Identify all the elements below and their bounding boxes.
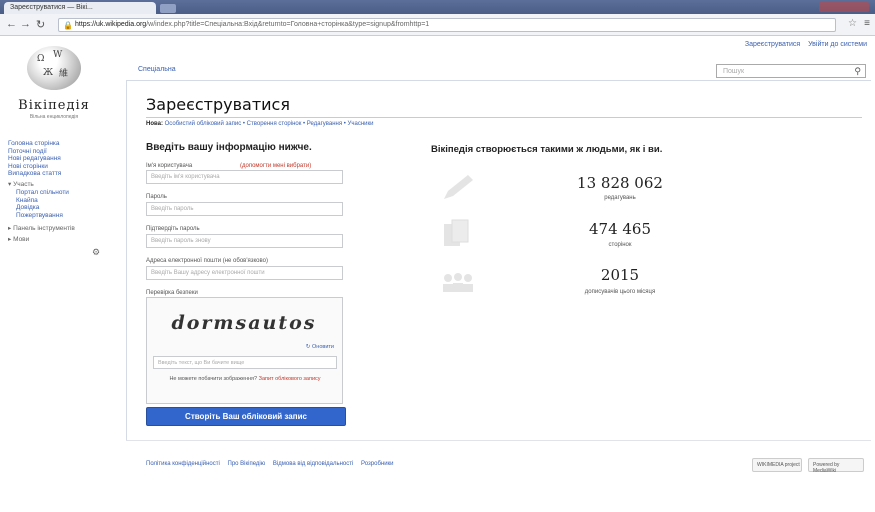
browser-menu-icon[interactable]: ≡: [864, 18, 870, 29]
browser-tab-bar: Зареєструватися — Вікі...: [0, 0, 875, 14]
browser-tab-title: Зареєструватися — Вікі...: [10, 4, 93, 11]
stat-value-edits: 13 828 062: [577, 174, 663, 192]
sidebar-item[interactable]: Пожертвування: [8, 212, 113, 220]
title-divider: [146, 117, 862, 118]
stat-label-pages: сторінок: [608, 242, 632, 248]
url-host: https://uk.wikipedia.org: [75, 21, 147, 28]
new-tab-button[interactable]: [160, 4, 176, 13]
reload-icon[interactable]: ↻: [36, 18, 45, 31]
breadcrumb-prefix: Нова:: [146, 121, 163, 127]
stat-label-contributors: дописувачів цього місяця: [584, 289, 656, 295]
puzzle-globe-icon: ΩWЖ維: [27, 46, 81, 90]
sidebar-section-label: Мови: [13, 235, 30, 243]
breadcrumb: Нова: Особистий обліковий запис • Створе…: [146, 121, 373, 127]
captcha-input[interactable]: Введіть текст, що Ви бачите вище: [153, 356, 337, 369]
sidebar-item[interactable]: Нові сторінки: [8, 163, 113, 171]
footer-link[interactable]: Відмова від відповідальності: [273, 461, 353, 467]
bookmark-star-icon[interactable]: ☆: [848, 18, 857, 29]
users-icon: [443, 273, 473, 292]
lock-icon: 🔒: [63, 21, 73, 30]
captcha-refresh-label: Оновити: [312, 344, 334, 350]
email-field[interactable]: Введіть Вашу адресу електронної пошти: [146, 266, 343, 280]
sidebar: Головна сторінка Поточні події Нові реда…: [8, 140, 113, 256]
window-controls[interactable]: [819, 2, 869, 12]
sidebar-item[interactable]: Випадкова стаття: [8, 170, 113, 178]
login-link[interactable]: Увійти до системи: [808, 41, 867, 48]
password-field[interactable]: Введіть пароль: [146, 202, 343, 216]
footer-divider: [126, 440, 871, 441]
stats-heading: Вікіпедія створюється такими ж людьми, я…: [431, 144, 663, 155]
sidebar-item[interactable]: Кнайпа: [8, 197, 113, 205]
email-placeholder: Введіть Вашу адресу електронної пошти: [151, 270, 265, 276]
footer-links: Політика конфіденційності Про Вікіпедію …: [146, 461, 400, 467]
sidebar-section-tools[interactable]: ▸ Панель інструментів: [8, 225, 113, 233]
wikimedia-badge[interactable]: WIKIMEDIA project: [752, 458, 802, 472]
username-label: Ім'я користувача: [146, 163, 193, 169]
wikipedia-logo[interactable]: ΩWЖ維 Вікіпедія Вільна енциклопедія: [18, 46, 90, 120]
url-path: /w/index.php?title=Спеціальна:Вхід&retur…: [146, 21, 430, 28]
logo-title: Вікіпедія: [18, 98, 90, 113]
captcha-label: Перевірка безпеки: [146, 290, 198, 296]
footer-link[interactable]: Про Вікіпедію: [228, 461, 266, 467]
mediawiki-badge-text: Powered by MediaWiki: [813, 462, 840, 474]
confirm-password-field[interactable]: Введіть пароль знову: [146, 234, 343, 248]
form-heading: Введіть вашу інформацію нижче.: [146, 142, 312, 153]
captcha-placeholder: Введіть текст, що Ви бачите вище: [158, 360, 245, 366]
help-me-choose-link[interactable]: (допомогти мені вибрати): [240, 163, 311, 169]
captcha-refresh-link[interactable]: ↻ Оновити: [306, 344, 334, 350]
search-input[interactable]: Пошук ⚲: [716, 64, 866, 78]
email-label: Адреса електронної пошти (не обов'язково…: [146, 258, 268, 264]
forward-icon[interactable]: →: [20, 18, 31, 30]
sidebar-item[interactable]: Поточні події: [8, 148, 113, 156]
username-field[interactable]: Введіть ім'я користувача: [146, 170, 343, 184]
wikimedia-badge-text: WIKIMEDIA project: [757, 462, 800, 468]
tab-special[interactable]: Спеціальна: [138, 66, 176, 73]
url-field[interactable]: 🔒 https://uk.wikipedia.org/w/index.php?ti…: [58, 18, 836, 32]
address-bar: ← → ↻ 🔒 https://uk.wikipedia.org/w/index.…: [0, 14, 875, 36]
sidebar-item[interactable]: Портал спільноти: [8, 189, 113, 197]
footer-link[interactable]: Політика конфіденційності: [146, 461, 220, 467]
logo-subtitle: Вільна енциклопедія: [29, 114, 79, 120]
sidebar-item[interactable]: Нові редагування: [8, 155, 113, 163]
create-account-link[interactable]: Зареєструватися: [745, 41, 800, 48]
sidebar-section-participation[interactable]: ▾ Участь: [8, 181, 113, 189]
captcha-box: dormsautos ↻ Оновити Введіть текст, що В…: [146, 297, 343, 404]
sidebar-section-languages[interactable]: ▸ Мови: [8, 236, 113, 244]
sidebar-item[interactable]: Довідка: [8, 204, 113, 212]
search-icon[interactable]: ⚲: [854, 66, 861, 77]
sidebar-section-label: Участь: [13, 180, 34, 188]
browser-tab[interactable]: Зареєструватися — Вікі...: [4, 2, 156, 14]
sidebar-item[interactable]: Головна сторінка: [8, 140, 113, 148]
personal-tools: Зареєструватися Увійти до системи: [739, 41, 867, 48]
stat-value-contributors: 2015: [600, 266, 640, 284]
username-placeholder: Введіть ім'я користувача: [151, 174, 220, 180]
search-placeholder: Пошук: [723, 68, 745, 75]
captcha-help-text: Не можете побачити зображення?: [169, 376, 258, 382]
pencil-icon: [444, 175, 473, 199]
footer-link[interactable]: Розробники: [361, 461, 394, 467]
confirm-password-placeholder: Введіть пароль знову: [151, 238, 211, 244]
pages-icon: [444, 219, 469, 246]
stat-label-edits: редагувань: [604, 195, 636, 201]
sidebar-section-label: Панель інструментів: [13, 225, 75, 232]
captcha-help: Не можете побачити зображення? Запит обл…: [153, 375, 337, 383]
back-icon[interactable]: ←: [6, 18, 17, 30]
mediawiki-badge[interactable]: Powered by MediaWiki: [808, 458, 864, 474]
captcha-image: dormsautos: [171, 312, 317, 334]
create-account-button[interactable]: Створіть Ваш обліковий запис: [146, 407, 346, 426]
password-placeholder: Введіть пароль: [151, 206, 194, 212]
request-account-link[interactable]: Запит облікового запису: [259, 376, 321, 382]
breadcrumb-links[interactable]: Особистий обліковий запис • Створення ст…: [165, 121, 374, 127]
stat-value-pages: 474 465: [588, 220, 652, 238]
gear-icon[interactable]: ⚙: [92, 248, 100, 257]
confirm-password-label: Підтвердіть пароль: [146, 226, 200, 232]
password-label: Пароль: [146, 194, 167, 200]
page-title: Зареєструватися: [146, 95, 290, 114]
